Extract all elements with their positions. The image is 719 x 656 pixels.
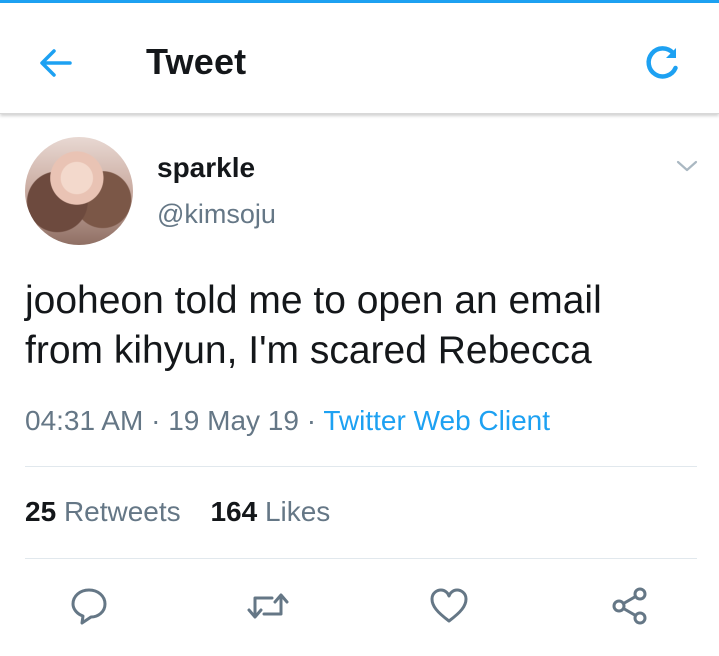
tweet-meta: 04:31 AM · 19 May 19 · Twitter Web Clien…	[25, 405, 550, 437]
retweet-button[interactable]	[246, 586, 289, 626]
likes-stat[interactable]: 164 Likes	[210, 496, 330, 527]
tweet-text-line: jooheon told me to open an email	[25, 279, 602, 322]
refresh-button[interactable]	[640, 41, 684, 85]
tweet-client-link[interactable]: Twitter Web Client	[323, 405, 550, 436]
meta-separator: ·	[306, 405, 317, 436]
like-button[interactable]	[429, 586, 469, 626]
tweet-stats: 25 Retweets 164 Likes	[25, 496, 352, 528]
tweet-text-line: from kihyun, I'm scared Rebecca	[25, 329, 592, 372]
top-bar: Tweet	[0, 3, 719, 114]
divider	[25, 466, 697, 467]
retweets-label: Retweets	[63, 496, 181, 527]
retweets-stat[interactable]: 25 Retweets	[25, 496, 181, 527]
retweet-icon	[247, 593, 289, 619]
meta-separator: ·	[151, 405, 161, 436]
user-handle[interactable]: @kimsoju	[157, 199, 276, 230]
share-icon	[612, 587, 647, 625]
tweet-date: 19 May 19	[168, 405, 299, 436]
arrow-left-icon	[40, 49, 72, 77]
reply-button[interactable]	[69, 586, 109, 626]
refresh-icon	[646, 46, 678, 79]
like-icon	[430, 588, 468, 623]
back-button[interactable]	[36, 43, 76, 83]
display-name[interactable]: sparkle	[157, 152, 255, 184]
retweets-count: 25	[25, 496, 57, 527]
tweet-time: 04:31 AM	[25, 405, 144, 436]
chevron-down-icon	[676, 160, 698, 172]
likes-count: 164	[210, 496, 258, 527]
likes-label: Likes	[264, 496, 331, 527]
page-title: Tweet	[146, 41, 247, 82]
divider	[25, 558, 697, 559]
share-button[interactable]	[610, 586, 650, 626]
tweet-text: jooheon told me to open an email from ki…	[25, 276, 705, 376]
more-options-button[interactable]	[675, 156, 699, 176]
avatar[interactable]	[25, 137, 133, 245]
reply-icon	[71, 588, 107, 625]
